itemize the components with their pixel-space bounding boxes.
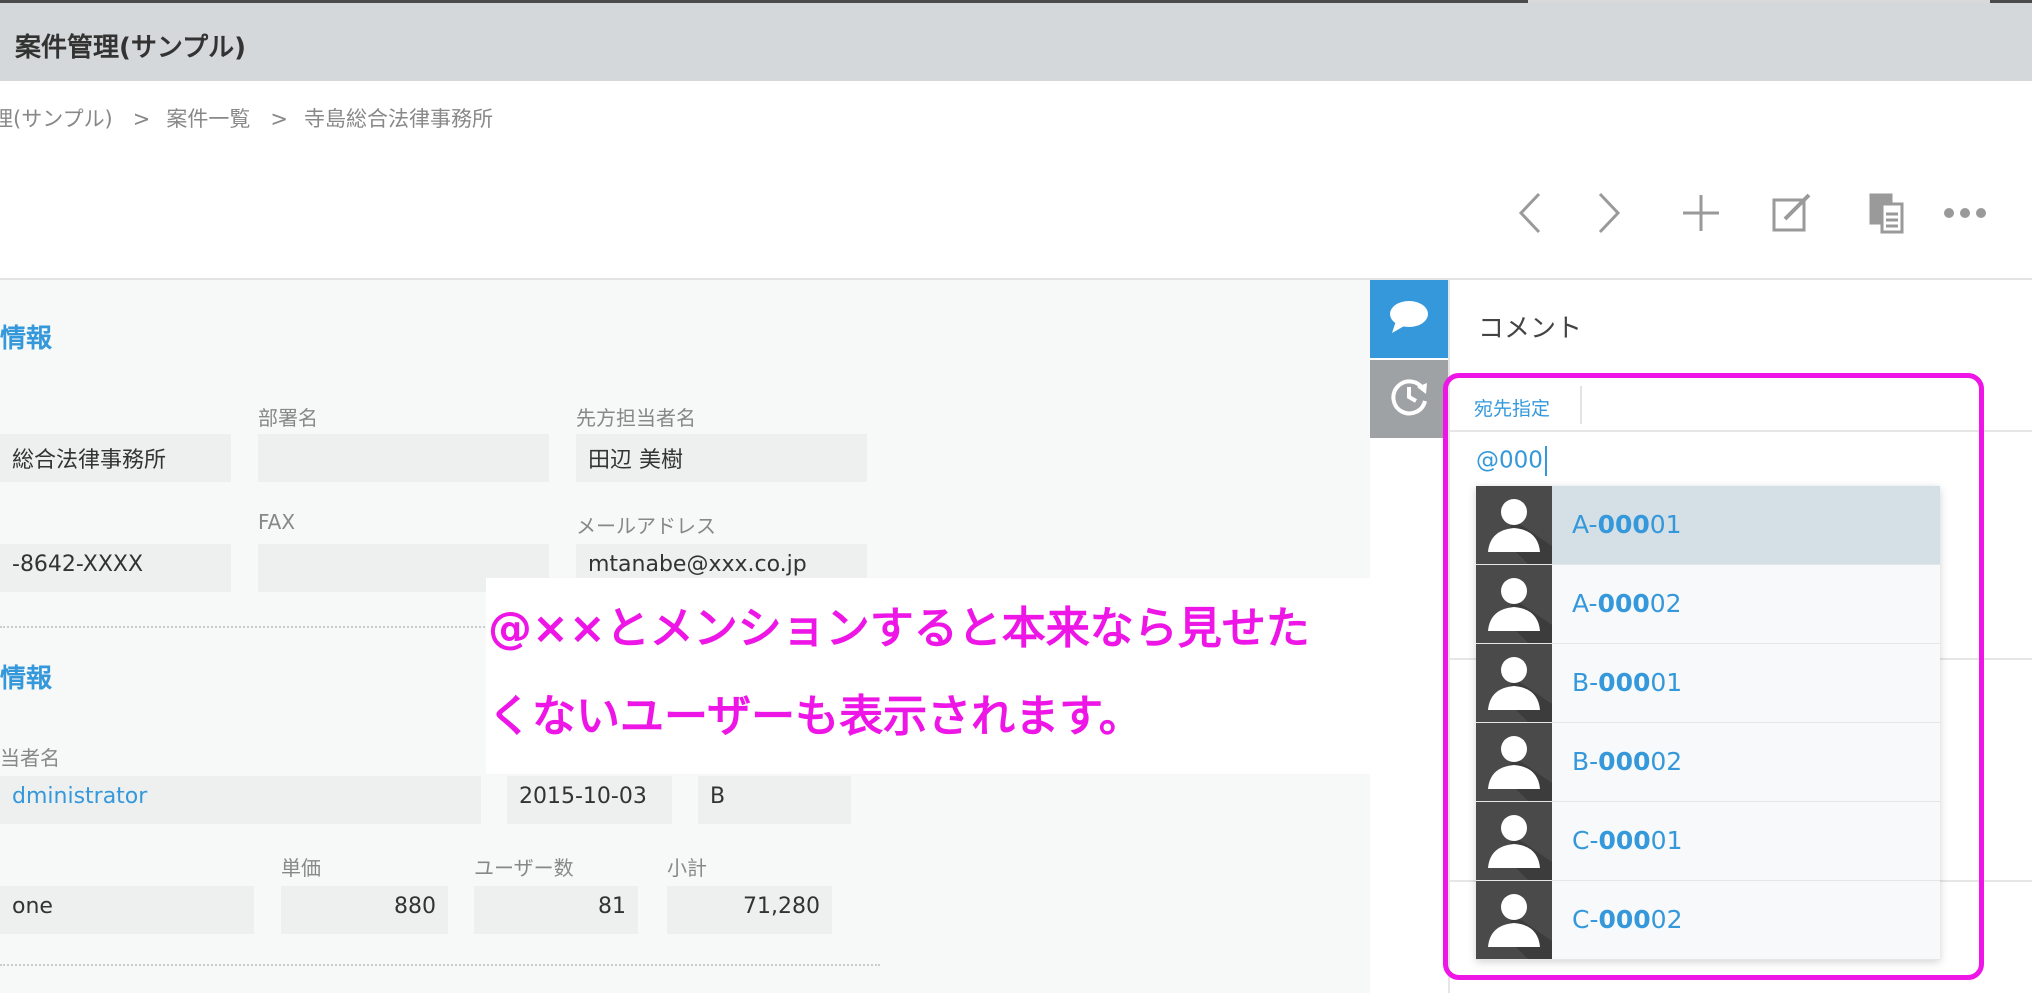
highlight-frame — [1443, 373, 1984, 980]
rank-field: B — [698, 776, 851, 824]
breadcrumb-list[interactable]: 案件一覧 — [166, 107, 250, 131]
plus-icon[interactable] — [1676, 188, 1726, 238]
phone-field: -8642-XXXX — [0, 544, 231, 592]
breadcrumb-app[interactable]: 理(サンプル) — [0, 107, 113, 131]
annotation-line-2: くないユーザーも表示されます。 — [488, 691, 1143, 742]
company-name-field: 総合法律事務所 — [0, 434, 231, 482]
contact-label: 先方担当者名 — [576, 406, 696, 430]
dept-field — [258, 434, 549, 482]
breadcrumb-separator: > — [270, 107, 288, 131]
subtotal-label: 小計 — [667, 856, 707, 880]
unit-price-field: 880 — [281, 886, 448, 934]
breadcrumb-separator: > — [132, 107, 151, 131]
owner-label: 当者名 — [0, 746, 60, 770]
breadcrumb-record: 寺島総合法律事務所 — [303, 107, 493, 131]
tab-history[interactable] — [1370, 360, 1448, 438]
chevron-right-icon[interactable] — [1584, 188, 1634, 238]
app-header: 案件管理(サンプル) — [0, 3, 2032, 81]
owner-field[interactable]: dministrator — [0, 776, 481, 824]
app-title: 案件管理(サンプル) — [15, 33, 246, 63]
email-label: メールアドレス — [576, 514, 716, 538]
section-divider — [0, 964, 880, 966]
dept-label: 部署名 — [258, 406, 318, 430]
copy-icon[interactable] — [1862, 188, 1912, 238]
subtotal-field: 71,280 — [667, 886, 832, 934]
tab-comments[interactable] — [1370, 280, 1448, 358]
annotation-callout: @××とメンションすると本来なら見せた くないユーザーも表示されます。 — [486, 578, 1413, 774]
fax-label: FAX — [258, 510, 296, 534]
more-icon[interactable] — [1940, 188, 1990, 238]
product-field: one — [0, 886, 254, 934]
section-title-customer: 情報 — [0, 324, 53, 354]
date-field: 2015-10-03 — [507, 776, 672, 824]
users-label: ユーザー数 — [474, 856, 574, 880]
chevron-left-icon[interactable] — [1505, 188, 1555, 238]
edit-icon[interactable] — [1767, 188, 1817, 238]
contact-field: 田辺 美樹 — [576, 434, 867, 482]
annotation-line-1: @××とメンションすると本来なら見せた — [488, 603, 1310, 654]
comment-icon — [1388, 299, 1430, 339]
comment-panel-title: コメント — [1478, 314, 1583, 344]
users-field: 81 — [474, 886, 638, 934]
section-title-deal: 情報 — [0, 664, 53, 694]
unit-price-label: 単価 — [281, 856, 321, 880]
history-icon — [1387, 375, 1431, 423]
breadcrumb: 理(サンプル) > 案件一覧 > 寺島総合法律事務所 — [0, 103, 497, 133]
app-window: 案件管理(サンプル) 理(サンプル) > 案件一覧 > 寺島総合法律事務所 情報 総合法… — [0, 0, 2032, 993]
